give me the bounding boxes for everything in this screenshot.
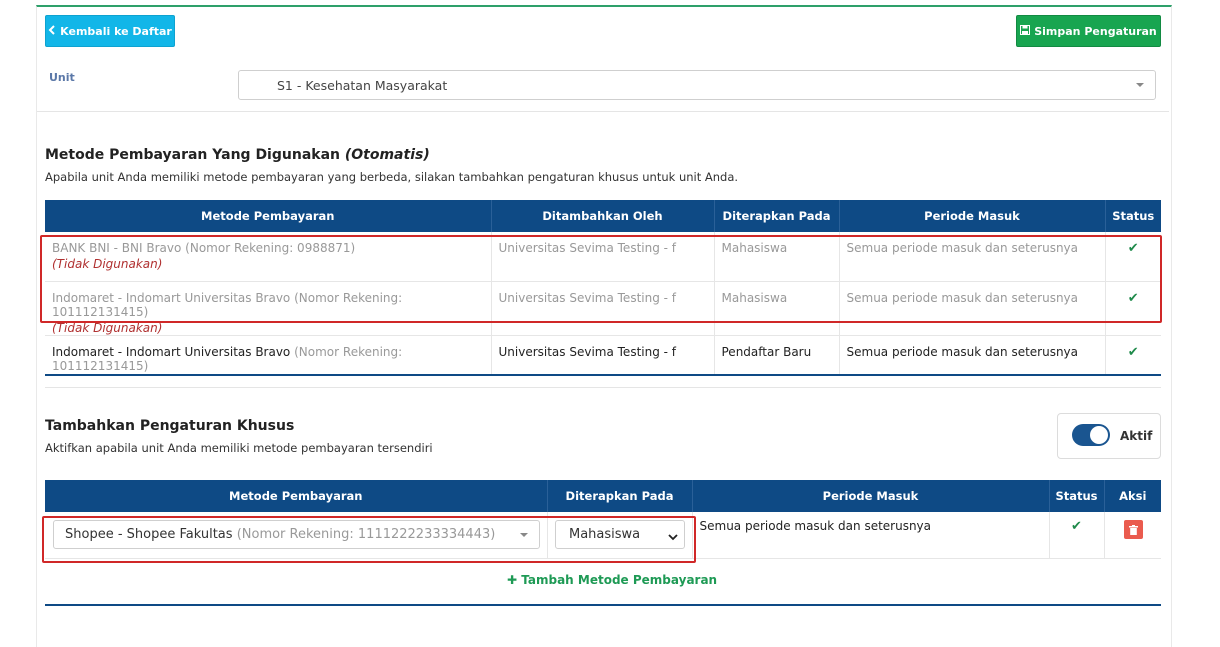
- custom-toggle-box: Aktif: [1057, 413, 1161, 459]
- table-row: Indomaret - Indomart Universitas Bravo (…: [45, 335, 1161, 375]
- method-name: Indomaret - Indomart Universitas Bravo: [52, 344, 291, 359]
- auto-section-title: Metode Pembayaran Yang Digunakan (Otomat…: [45, 147, 430, 163]
- custom-section-description: Aktifkan apabila unit Anda memiliki meto…: [45, 441, 433, 455]
- check-icon: ✔: [1071, 519, 1082, 534]
- col-header-applied-to: Diterapkan Pada: [547, 480, 693, 512]
- unit-select[interactable]: S1 - Kesehatan Masyarakat: [238, 70, 1156, 100]
- save-icon: [1020, 24, 1031, 38]
- toggle-knob: [1090, 426, 1108, 444]
- save-settings-button[interactable]: Simpan Pengaturan: [1016, 15, 1161, 47]
- highlight-box-unused-rows: [40, 235, 1162, 323]
- period-cell: Semua periode masuk dan seterusnya: [692, 512, 1050, 559]
- col-header-status: Status: [1105, 200, 1161, 232]
- col-header-status: Status: [1049, 480, 1105, 512]
- delete-row-button[interactable]: [1124, 520, 1143, 539]
- check-icon: ✔: [1127, 344, 1139, 360]
- chevron-left-icon: [48, 24, 56, 38]
- table-bottom-border: [45, 604, 1161, 606]
- divider: [37, 111, 1169, 112]
- back-button-label: Kembali ke Daftar: [60, 24, 172, 38]
- col-header-period: Periode Masuk: [839, 200, 1106, 232]
- toggle-label: Aktif: [1120, 429, 1153, 443]
- added-by-cell: Universitas Sevima Testing - f: [491, 335, 715, 375]
- custom-section-title: Tambahkan Pengaturan Khusus: [45, 418, 295, 434]
- save-button-label: Simpan Pengaturan: [1034, 24, 1157, 38]
- status-cell: ✔: [1105, 335, 1161, 375]
- unit-select-value: S1 - Kesehatan Masyarakat: [277, 78, 448, 93]
- divider: [45, 387, 1161, 388]
- unit-label: Unit: [49, 71, 75, 84]
- col-header-method: Metode Pembayaran: [45, 480, 548, 512]
- highlight-box-custom-row: [42, 516, 696, 563]
- method-cell: Indomaret - Indomart Universitas Bravo (…: [45, 335, 492, 375]
- status-cell: ✔: [1049, 512, 1105, 559]
- add-payment-method-label: Tambah Metode Pembayaran: [521, 573, 718, 587]
- col-header-added-by: Ditambahkan Oleh: [491, 200, 715, 232]
- col-header-action: Aksi: [1104, 480, 1161, 512]
- back-to-list-button[interactable]: Kembali ke Daftar: [45, 15, 175, 47]
- applied-to-cell: Pendaftar Baru: [714, 335, 840, 375]
- col-header-method: Metode Pembayaran: [45, 200, 492, 232]
- add-payment-method-link[interactable]: ✚ Tambah Metode Pembayaran: [507, 573, 717, 587]
- col-header-applied-to: Diterapkan Pada: [714, 200, 840, 232]
- trash-icon: [1129, 520, 1138, 539]
- chevron-down-icon: [1136, 83, 1144, 87]
- auto-section-title-text: Metode Pembayaran Yang Digunakan: [45, 147, 340, 163]
- period-cell: Semua periode masuk dan seterusnya: [839, 335, 1106, 375]
- auto-section-description: Apabila unit Anda memiliki metode pembay…: [45, 170, 739, 184]
- auto-section-title-emphasis: (Otomatis): [344, 147, 430, 163]
- plus-icon: ✚: [507, 573, 518, 587]
- col-header-period: Periode Masuk: [692, 480, 1050, 512]
- custom-settings-toggle[interactable]: [1072, 424, 1110, 446]
